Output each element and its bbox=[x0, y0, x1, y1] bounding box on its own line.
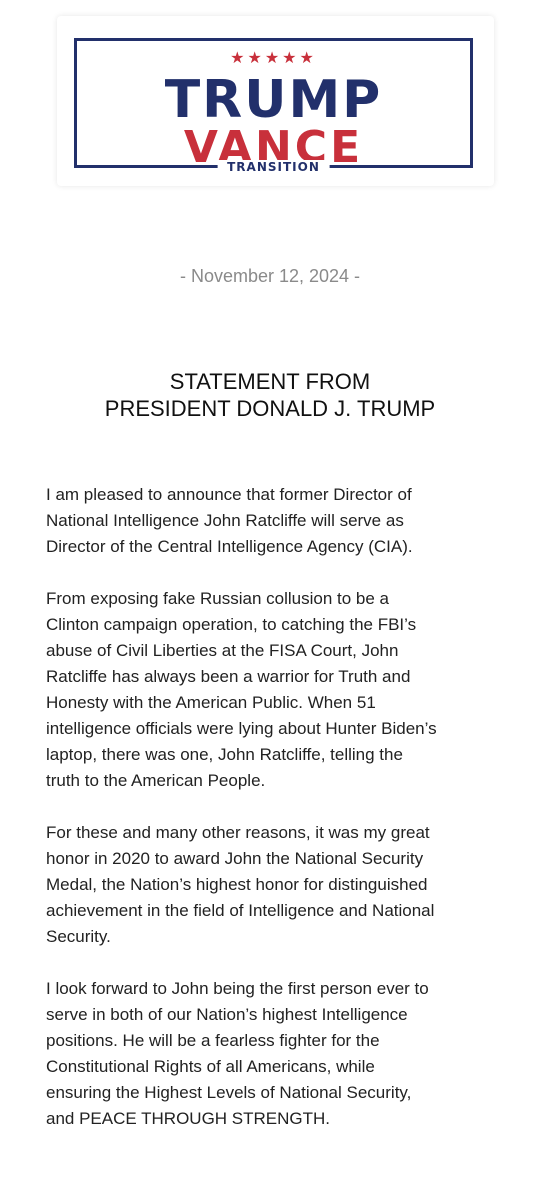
title-line-2: PRESIDENT DONALD J. TRUMP bbox=[104, 396, 436, 421]
paragraph-line: Ratcliffe has always been a warrior for … bbox=[46, 667, 411, 686]
paragraph-2: From exposing fake Russian collusion to … bbox=[46, 586, 516, 794]
logo-transition-text: TRANSITION bbox=[217, 160, 330, 174]
paragraph-line: ensuring the Highest Levels of National … bbox=[46, 1083, 412, 1102]
paragraph-line: abuse of Civil Liberties at the FISA Cou… bbox=[46, 641, 399, 660]
paragraph-line: laptop, there was one, John Ratcliffe, t… bbox=[46, 745, 403, 764]
paragraph-line: I am pleased to announce that former Dir… bbox=[46, 485, 412, 504]
paragraph-line: intelligence officials were lying about … bbox=[46, 719, 437, 738]
paragraph-line: Medal, the Nation’s highest honor for di… bbox=[46, 875, 428, 894]
paragraph-line: For these and many other reasons, it was… bbox=[46, 823, 430, 842]
paragraph-line: From exposing fake Russian collusion to … bbox=[46, 589, 390, 608]
paragraph-line: National Intelligence John Ratcliffe wil… bbox=[46, 511, 404, 530]
statement-date: - November 12, 2024 - bbox=[179, 266, 361, 286]
statement-body: I am pleased to announce that former Dir… bbox=[46, 482, 516, 1158]
statement-title: STATEMENT FROM PRESIDENT DONALD J. TRUMP bbox=[0, 368, 540, 422]
paragraph-line: positions. He will be a fearless fighter… bbox=[46, 1031, 380, 1050]
paragraph-line: truth to the American People. bbox=[46, 771, 266, 790]
paragraph-line: serve in both of our Nation’s highest In… bbox=[46, 1005, 408, 1024]
title-line-1: STATEMENT FROM bbox=[169, 369, 371, 394]
logo-trump-text: TRUMP bbox=[164, 70, 383, 130]
paragraph-1: I am pleased to announce that former Dir… bbox=[46, 482, 516, 560]
paragraph-line: Director of the Central Intelligence Age… bbox=[46, 537, 413, 556]
paragraph-line: Security. bbox=[46, 927, 111, 946]
stars-icon: ★★★★★ bbox=[224, 50, 323, 66]
paragraph-line: Constitutional Rights of all Americans, … bbox=[46, 1057, 375, 1076]
logo: ★★★★★ TRUMP VANCE TRANSITION bbox=[57, 16, 494, 186]
paragraph-line: honor in 2020 to award John the National… bbox=[46, 849, 424, 868]
paragraph-4: I look forward to John being the first p… bbox=[46, 976, 516, 1132]
paragraph-line: Clinton campaign operation, to catching … bbox=[46, 615, 417, 634]
paragraph-line: Honesty with the American Public. When 5… bbox=[46, 693, 376, 712]
paragraph-3: For these and many other reasons, it was… bbox=[46, 820, 516, 950]
paragraph-line: I look forward to John being the first p… bbox=[46, 979, 429, 998]
logo-frame: ★★★★★ TRUMP VANCE TRANSITION bbox=[74, 38, 473, 174]
paragraph-line: and PEACE THROUGH STRENGTH. bbox=[46, 1109, 331, 1128]
paragraph-line: achievement in the field of Intelligence… bbox=[46, 901, 435, 920]
